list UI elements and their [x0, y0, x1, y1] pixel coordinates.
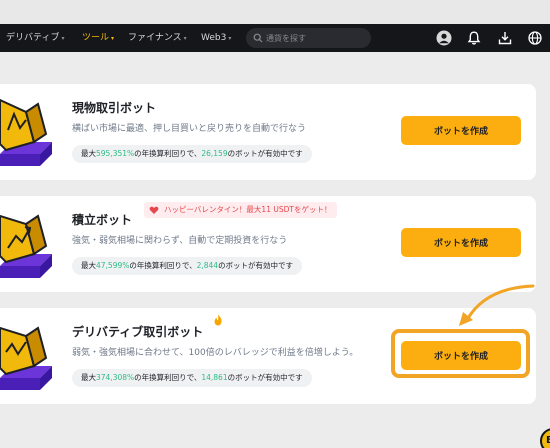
- create-recurring-bot-button[interactable]: ボットを作成: [401, 228, 521, 257]
- bot-stat-badge: 最大595,351%の年換算利回りで、26,159のボットが有効中です: [72, 145, 312, 163]
- search-icon: [253, 33, 263, 43]
- highlight-frame: [391, 329, 530, 378]
- nav-web3[interactable]: Web3 ▾: [201, 24, 231, 52]
- bot-list: 現物取引ボット 横ばい市場に最適、押し目買いと戻り売りを自動で行なう 最大595…: [0, 52, 550, 448]
- promo-badge[interactable]: ハッピーバレンタイン！最大11 USDTをゲット！: [144, 202, 338, 218]
- bot-description: 横ばい市場に最適、押し目買いと戻り売りを自動で行なう: [72, 124, 307, 134]
- download-icon[interactable]: [497, 30, 513, 46]
- bot-description: 強気・弱気相場に関わらず、自動で定期投資を行なう: [72, 236, 288, 246]
- floating-action-button[interactable]: B: [540, 428, 550, 448]
- chevron-down-icon: ▾: [228, 35, 232, 42]
- bot-title: デリバティブ取引ボット: [72, 325, 204, 339]
- bot-card-recurring: 積立ボット ハッピーバレンタイン！最大11 USDTをゲット！ 強気・弱気相場に…: [0, 196, 536, 292]
- chevron-down-icon: ▾: [61, 35, 65, 42]
- fire-icon: [214, 314, 222, 326]
- nav-derivatives[interactable]: デリバティブ ▾: [6, 24, 64, 52]
- nav-finance[interactable]: ファイナンス ▾: [128, 24, 187, 52]
- search-box[interactable]: [246, 28, 371, 48]
- derivatives-bot-illustration: [0, 326, 52, 390]
- bot-card-spot: 現物取引ボット 横ばい市場に最適、押し目買いと戻り売りを自動で行なう 最大595…: [0, 84, 536, 180]
- heart-icon: [149, 206, 159, 214]
- bot-title: 積立ボット: [72, 213, 133, 227]
- globe-icon[interactable]: [527, 30, 543, 46]
- recurring-bot-illustration: [0, 214, 52, 278]
- search-input[interactable]: [266, 31, 364, 45]
- pointer-arrow-icon: [459, 284, 535, 326]
- spot-bot-illustration: [0, 98, 52, 166]
- bot-description: 弱気・強気相場に合わせて、100倍のレバレッジで利益を倍増しよう。: [72, 348, 359, 358]
- bot-stat-badge: 最大374,308%の年換算利回りで、14,861のボットが有効中です: [72, 369, 312, 387]
- chevron-down-icon: ▾: [183, 35, 187, 42]
- bell-icon[interactable]: [466, 30, 482, 46]
- bot-stat-badge: 最大47,599%の年換算利回りで、2,844のボットが有効中です: [72, 257, 303, 275]
- top-navigation-bar: デリバティブ ▾ ツール ▾ ファイナンス ▾ Web3 ▾: [0, 24, 550, 52]
- bot-title: 現物取引ボット: [72, 101, 157, 115]
- chevron-down-icon: ▾: [111, 35, 115, 42]
- avatar-icon[interactable]: [436, 30, 452, 46]
- create-spot-bot-button[interactable]: ボットを作成: [401, 116, 521, 145]
- nav-tools[interactable]: ツール ▾: [82, 24, 114, 52]
